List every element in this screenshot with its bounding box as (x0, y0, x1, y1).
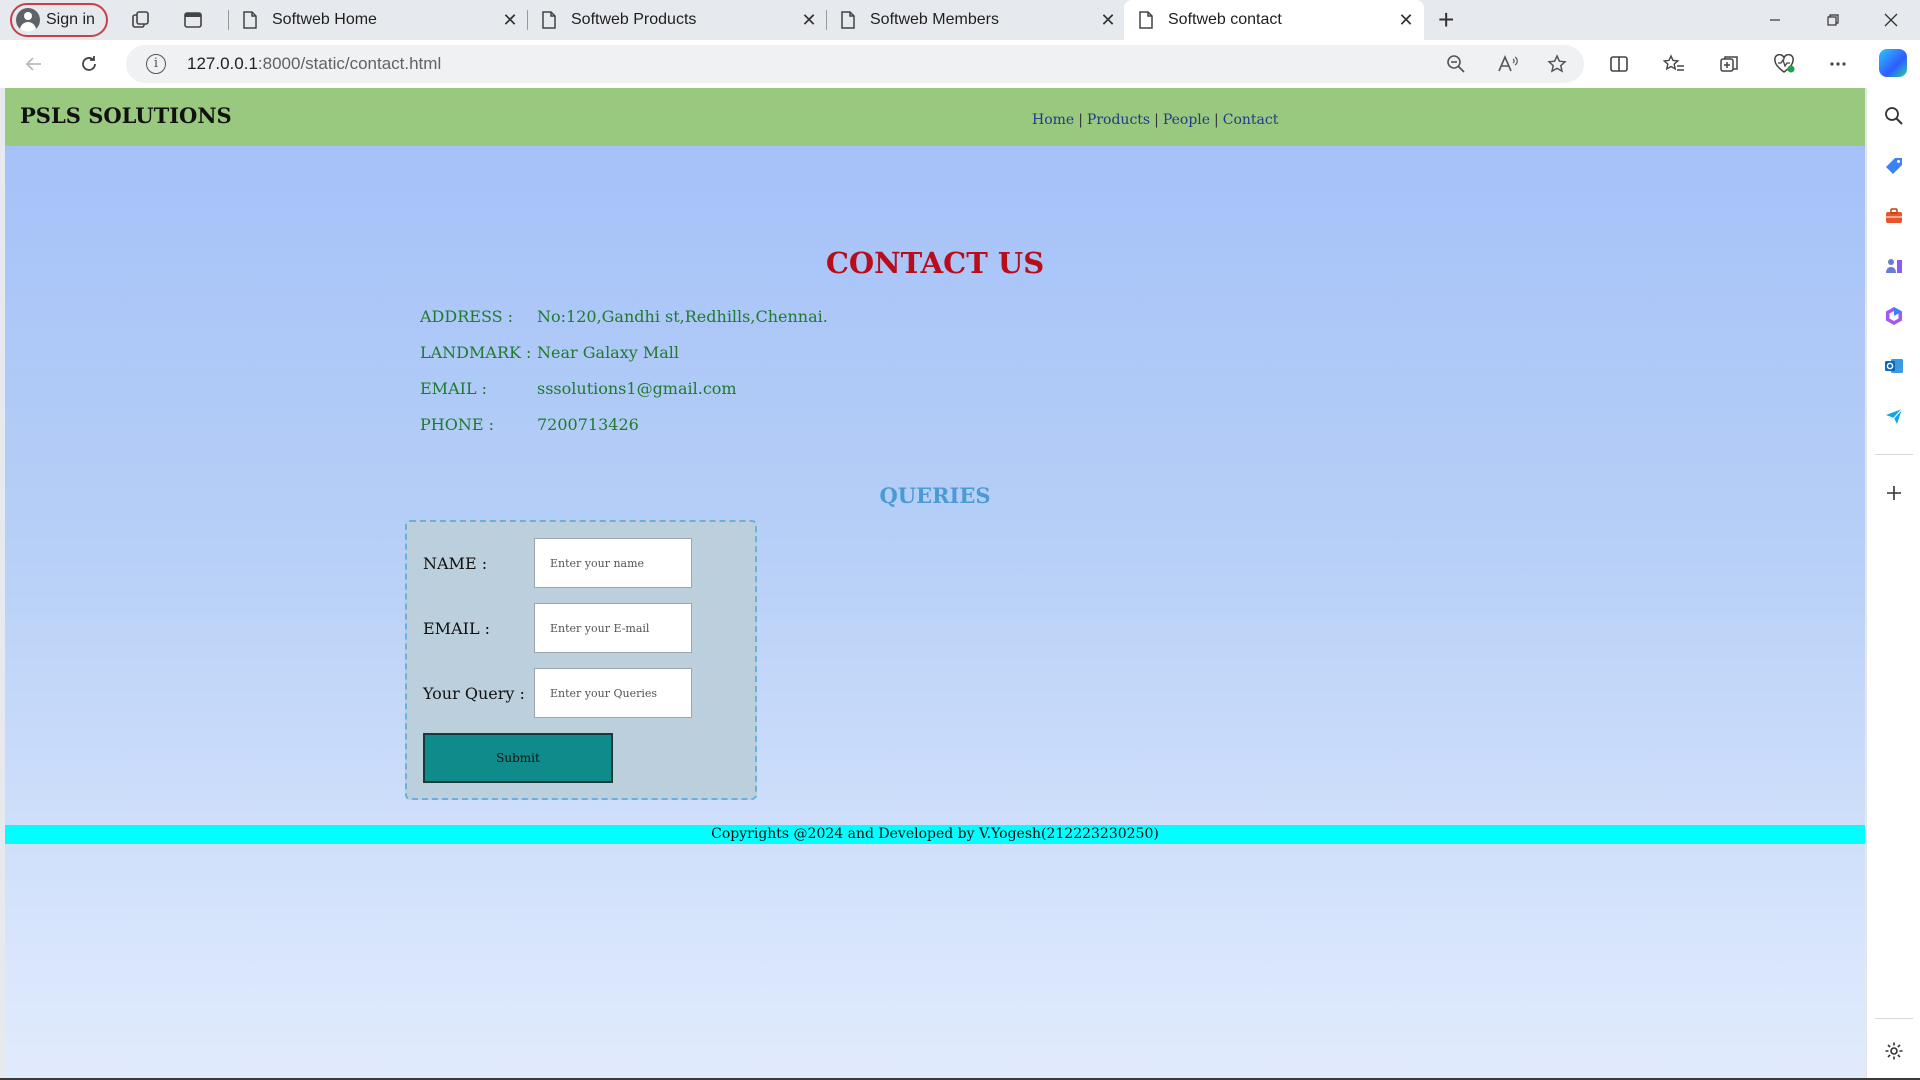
page-icon (1138, 10, 1154, 30)
refresh-icon[interactable] (77, 52, 101, 76)
restore-icon[interactable] (1810, 4, 1856, 36)
email-field-label: EMAIL : (423, 619, 491, 638)
tab-title: Softweb Members (870, 11, 999, 28)
phone-value: 7200713426 (537, 415, 639, 434)
site-brand: PSLS SOLUTIONS (20, 103, 232, 128)
nav-separator: | (1078, 112, 1083, 128)
tab-softweb-contact[interactable]: Softweb contact ✕ (1124, 0, 1424, 40)
tab-actions-icon[interactable] (181, 8, 205, 32)
collections-icon[interactable] (1717, 52, 1741, 76)
shopping-tag-icon[interactable] (1882, 154, 1906, 178)
phone-label: PHONE : (420, 415, 494, 434)
nav-link-people[interactable]: People (1163, 112, 1210, 128)
url-path: :8000/static/contact.html (257, 54, 442, 73)
drop-send-icon[interactable] (1882, 404, 1906, 428)
workspaces-icon[interactable] (129, 8, 153, 32)
address-bar[interactable]: i 127.0.0.1:8000/static/contact.html (126, 45, 1584, 83)
close-tab-icon[interactable]: ✕ (1396, 10, 1416, 30)
name-input[interactable] (534, 538, 692, 588)
microsoft-365-icon[interactable] (1882, 304, 1906, 328)
address-label: ADDRESS : (420, 307, 514, 326)
favorite-star-icon[interactable] (1545, 52, 1569, 76)
page-icon (840, 10, 856, 30)
query-form: NAME : EMAIL : Your Query : Submit (405, 520, 757, 800)
contact-title: CONTACT US (825, 246, 1045, 280)
tab-title: Softweb contact (1168, 11, 1282, 28)
copilot-icon[interactable] (1879, 49, 1907, 77)
page-icon (541, 10, 557, 30)
email-input[interactable] (534, 603, 692, 653)
add-sidebar-app-icon[interactable] (1882, 481, 1906, 505)
query-input[interactable] (534, 668, 692, 718)
close-tab-icon[interactable]: ✕ (799, 10, 819, 30)
page-icon (242, 10, 258, 30)
outlook-icon[interactable] (1882, 354, 1906, 378)
back-icon[interactable] (22, 52, 46, 76)
nav-link-products[interactable]: Products (1087, 112, 1150, 128)
nav-link-home[interactable]: Home (1032, 112, 1074, 128)
address-value: No:120,Gandhi st,Redhills,Chennai. (537, 307, 828, 326)
site-footer: Copyrights @2024 and Developed by V.Yoge… (5, 825, 1865, 844)
zoom-out-icon[interactable] (1444, 52, 1468, 76)
edge-sidebar (1866, 88, 1920, 1080)
close-tab-icon[interactable]: ✕ (500, 10, 520, 30)
site-info-icon[interactable]: i (146, 54, 166, 74)
split-screen-icon[interactable] (1607, 52, 1631, 76)
url-text[interactable]: 127.0.0.1:8000/static/contact.html (187, 54, 441, 74)
landmark-value: Near Galaxy Mall (537, 343, 680, 362)
new-tab-icon[interactable]: + (1438, 6, 1454, 34)
page-viewport: PSLS SOLUTIONS Home | Products | People | Cont… (5, 88, 1865, 1078)
tab-strip: Sign in Softweb Home ✕ Softweb Products … (0, 0, 1920, 40)
name-field-label: NAME : (423, 554, 488, 573)
sidebar-divider (1875, 454, 1913, 455)
sign-in-label: Sign in (46, 11, 95, 28)
sidebar-settings-gear-icon[interactable] (1882, 1039, 1906, 1063)
query-field-label: Your Query : (423, 684, 525, 703)
tab-softweb-home[interactable]: Softweb Home ✕ (228, 0, 528, 40)
tab-title: Softweb Home (272, 11, 377, 28)
minimize-icon[interactable] (1752, 4, 1798, 36)
tab-title: Softweb Products (571, 11, 697, 28)
tab-softweb-products[interactable]: Softweb Products ✕ (527, 0, 827, 40)
nav-separator: | (1214, 112, 1219, 128)
sidebar-divider (1875, 1018, 1913, 1019)
email-label: EMAIL : (420, 379, 488, 398)
more-options-icon[interactable] (1826, 52, 1850, 76)
favorites-icon[interactable] (1662, 52, 1686, 76)
sign-in-button[interactable]: Sign in (10, 3, 108, 37)
close-tab-icon[interactable]: ✕ (1098, 10, 1118, 30)
landmark-label: LANDMARK : (420, 343, 532, 362)
nav-separator: | (1154, 112, 1159, 128)
tab-softweb-members[interactable]: Softweb Members ✕ (826, 0, 1126, 40)
email-value: sssolutions1@gmail.com (537, 379, 737, 398)
browser-toolbar: i 127.0.0.1:8000/static/contact.html (0, 40, 1920, 88)
browser-essentials-icon[interactable] (1772, 52, 1796, 76)
queries-title: QUERIES (879, 483, 991, 508)
read-aloud-icon[interactable] (1496, 52, 1520, 76)
close-window-icon[interactable] (1868, 4, 1914, 36)
search-icon[interactable] (1882, 104, 1906, 128)
submit-button[interactable]: Submit (423, 733, 613, 783)
games-icon[interactable] (1882, 254, 1906, 278)
profile-avatar-icon (16, 8, 40, 32)
site-nav: Home | Products | People | Contact (1032, 112, 1278, 128)
site-header: PSLS SOLUTIONS Home | Products | People | Cont… (5, 88, 1865, 146)
tools-icon[interactable] (1882, 204, 1906, 228)
url-host: 127.0.0.1 (187, 54, 258, 73)
nav-link-contact[interactable]: Contact (1223, 112, 1279, 128)
